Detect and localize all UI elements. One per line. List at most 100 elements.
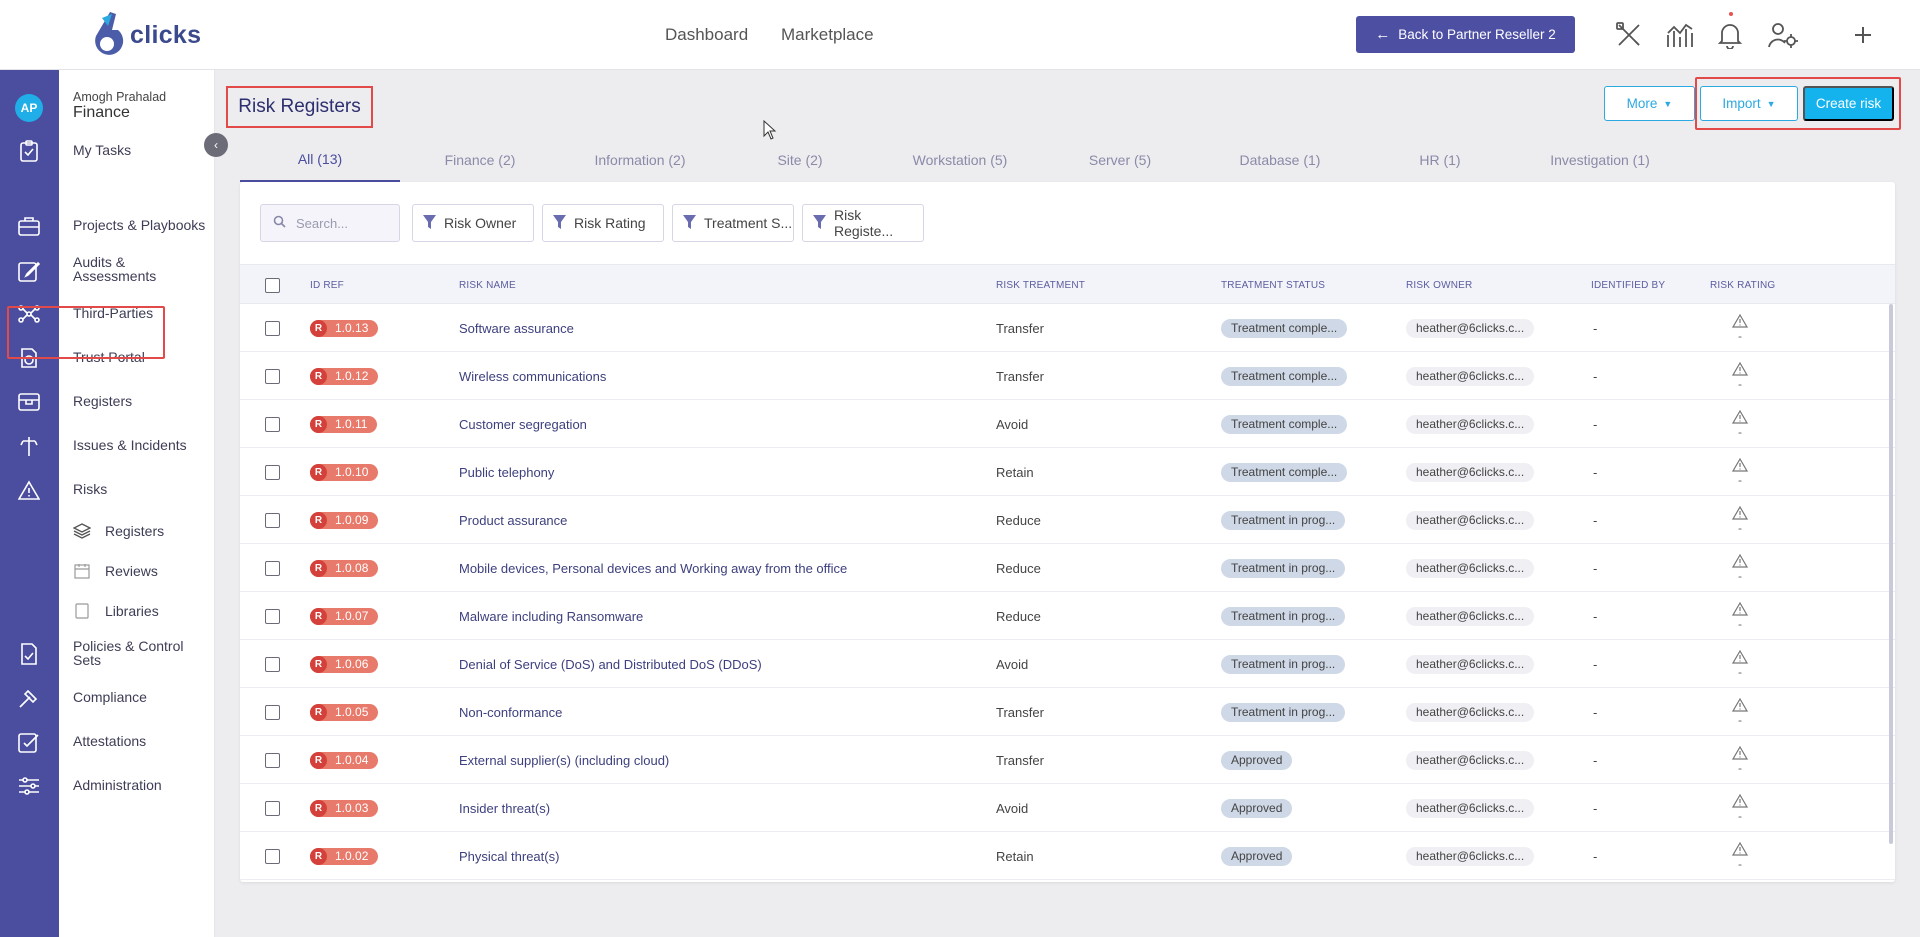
- row-checkbox[interactable]: [265, 832, 280, 880]
- owner-chip[interactable]: heather@6clicks.c...: [1406, 798, 1535, 818]
- sidebar-item-compliance[interactable]: Compliance: [73, 690, 147, 704]
- table-row[interactable]: R 1.0.11 Customer segregation Avoid Treatmen…: [240, 400, 1895, 448]
- risk-name[interactable]: Mobile devices, Personal devices and Wor…: [459, 544, 847, 592]
- filter-risk-rating[interactable]: Risk Rating: [542, 204, 664, 242]
- nav-dashboard[interactable]: Dashboard: [665, 0, 748, 70]
- id-badge[interactable]: R 1.0.06: [310, 655, 379, 673]
- row-checkbox[interactable]: [265, 352, 280, 400]
- tasks-icon[interactable]: [17, 139, 41, 163]
- logo[interactable]: clicks: [88, 10, 201, 60]
- id-badge[interactable]: R 1.0.05: [310, 703, 379, 721]
- risk-name[interactable]: Software assurance: [459, 304, 574, 352]
- select-all-checkbox[interactable]: [265, 265, 280, 305]
- col-risk-rating[interactable]: RISK RATING: [1710, 265, 1775, 305]
- row-checkbox[interactable]: [265, 640, 280, 688]
- risk-name[interactable]: Insider threat(s): [459, 784, 550, 832]
- id-badge[interactable]: R 1.0.07: [310, 607, 379, 625]
- id-ref-cell[interactable]: R 1.0.05: [310, 688, 379, 736]
- sidebar-item-administration[interactable]: Administration: [73, 778, 162, 792]
- id-badge[interactable]: R 1.0.08: [310, 559, 379, 577]
- sidebar-item-attestations[interactable]: Attestations: [73, 734, 146, 748]
- owner-chip[interactable]: heather@6clicks.c...: [1406, 654, 1535, 674]
- tab-all[interactable]: All (13): [240, 138, 400, 182]
- id-ref-cell[interactable]: R 1.0.11: [310, 400, 378, 448]
- row-checkbox[interactable]: [265, 400, 280, 448]
- table-row[interactable]: R 1.0.07 Malware including Ransomware Reduc…: [240, 592, 1895, 640]
- tools-icon[interactable]: [1612, 18, 1646, 52]
- table-row[interactable]: R 1.0.08 Mobile devices, Personal devices …: [240, 544, 1895, 592]
- import-button[interactable]: Import ▼: [1700, 86, 1798, 121]
- briefcase-icon[interactable]: [17, 214, 41, 238]
- tab-hr[interactable]: HR (1): [1360, 138, 1520, 182]
- table-row[interactable]: R 1.0.13 Software assurance Transfer Treatme…: [240, 304, 1895, 352]
- id-ref-cell[interactable]: R 1.0.07: [310, 592, 379, 640]
- risk-name[interactable]: Product assurance: [459, 496, 567, 544]
- owner-chip[interactable]: heather@6clicks.c...: [1406, 750, 1535, 770]
- risks-warning-icon[interactable]: [17, 478, 41, 502]
- tab-site[interactable]: Site (2): [720, 138, 880, 182]
- row-checkbox[interactable]: [265, 448, 280, 496]
- id-ref-cell[interactable]: R 1.0.03: [310, 784, 379, 832]
- table-row[interactable]: R 1.0.12 Wireless communications Transfer Tr…: [240, 352, 1895, 400]
- table-row[interactable]: R 1.0.02 Physical threat(s) Retain Approved h…: [240, 832, 1895, 880]
- owner-chip[interactable]: heather@6clicks.c...: [1406, 846, 1535, 866]
- id-badge[interactable]: R 1.0.10: [310, 463, 379, 481]
- sidebar-sub-reviews[interactable]: Reviews: [73, 562, 158, 580]
- risk-name[interactable]: Wireless communications: [459, 352, 606, 400]
- col-risk-treatment[interactable]: RISK TREATMENT: [996, 265, 1085, 305]
- col-risk-name[interactable]: RISK NAME: [459, 265, 516, 305]
- id-badge[interactable]: R 1.0.12: [310, 367, 379, 385]
- risk-name[interactable]: Physical threat(s): [459, 832, 559, 880]
- row-checkbox[interactable]: [265, 592, 280, 640]
- table-row[interactable]: R 1.0.05 Non-conformance Transfer Treatment …: [240, 688, 1895, 736]
- more-button[interactable]: More ▼: [1604, 86, 1695, 121]
- owner-chip[interactable]: heather@6clicks.c...: [1406, 414, 1535, 434]
- risk-name[interactable]: Non-conformance: [459, 688, 562, 736]
- sidebar-item-registers[interactable]: Registers: [73, 394, 132, 408]
- sidebar-item-audits[interactable]: Audits & Assessments: [73, 255, 203, 283]
- id-ref-cell[interactable]: R 1.0.12: [310, 352, 379, 400]
- tab-workstation[interactable]: Workstation (5): [880, 138, 1040, 182]
- attestations-icon[interactable]: [17, 730, 41, 754]
- search-input[interactable]: Search...: [260, 204, 400, 242]
- tab-database[interactable]: Database (1): [1200, 138, 1360, 182]
- nav-marketplace[interactable]: Marketplace: [781, 0, 874, 70]
- table-row[interactable]: R 1.0.09 Product assurance Reduce Treatment …: [240, 496, 1895, 544]
- user-settings-icon[interactable]: [1766, 18, 1800, 52]
- row-checkbox[interactable]: [265, 304, 280, 352]
- row-checkbox[interactable]: [265, 496, 280, 544]
- issues-icon[interactable]: [17, 434, 41, 458]
- filter-risk-register[interactable]: Risk Registe...: [802, 204, 924, 242]
- registers-icon[interactable]: [17, 390, 41, 414]
- owner-chip[interactable]: heather@6clicks.c...: [1406, 702, 1535, 722]
- row-checkbox[interactable]: [265, 688, 280, 736]
- row-checkbox[interactable]: [265, 544, 280, 592]
- id-ref-cell[interactable]: R 1.0.10: [310, 448, 379, 496]
- table-row[interactable]: R 1.0.06 Denial of Service (DoS) and Distr…: [240, 640, 1895, 688]
- id-badge[interactable]: R 1.0.03: [310, 799, 379, 817]
- owner-chip[interactable]: heather@6clicks.c...: [1406, 558, 1535, 578]
- org-name[interactable]: Finance: [73, 104, 130, 122]
- risk-name[interactable]: Public telephony: [459, 448, 554, 496]
- collapse-sidebar-button[interactable]: ‹: [204, 133, 228, 157]
- administration-icon[interactable]: [17, 774, 41, 798]
- owner-chip[interactable]: heather@6clicks.c...: [1406, 318, 1535, 338]
- sidebar-sub-libraries[interactable]: Libraries: [73, 602, 159, 620]
- table-row[interactable]: R 1.0.10 Public telephony Retain Treatment c…: [240, 448, 1895, 496]
- id-ref-cell[interactable]: R 1.0.13: [310, 304, 379, 352]
- sidebar-item-projects[interactable]: Projects & Playbooks: [73, 218, 205, 232]
- edit-icon[interactable]: [17, 259, 41, 283]
- sidebar-item-policies[interactable]: Policies & Control Sets: [73, 639, 203, 667]
- filter-risk-owner[interactable]: Risk Owner: [412, 204, 534, 242]
- risk-name[interactable]: Malware including Ransomware: [459, 592, 643, 640]
- id-badge[interactable]: R 1.0.13: [310, 319, 379, 337]
- col-identified-by[interactable]: IDENTIFIED BY: [1591, 265, 1665, 305]
- table-row[interactable]: R 1.0.03 Insider threat(s) Avoid Approved hea…: [240, 784, 1895, 832]
- risk-name[interactable]: External supplier(s) (including cloud): [459, 736, 669, 784]
- back-to-partner-button[interactable]: ← Back to Partner Reseller 2: [1356, 16, 1575, 53]
- owner-chip[interactable]: heather@6clicks.c...: [1406, 366, 1535, 386]
- id-badge[interactable]: R 1.0.02: [310, 847, 379, 865]
- id-ref-cell[interactable]: R 1.0.02: [310, 832, 379, 880]
- policies-icon[interactable]: [17, 642, 41, 666]
- tab-finance[interactable]: Finance (2): [400, 138, 560, 182]
